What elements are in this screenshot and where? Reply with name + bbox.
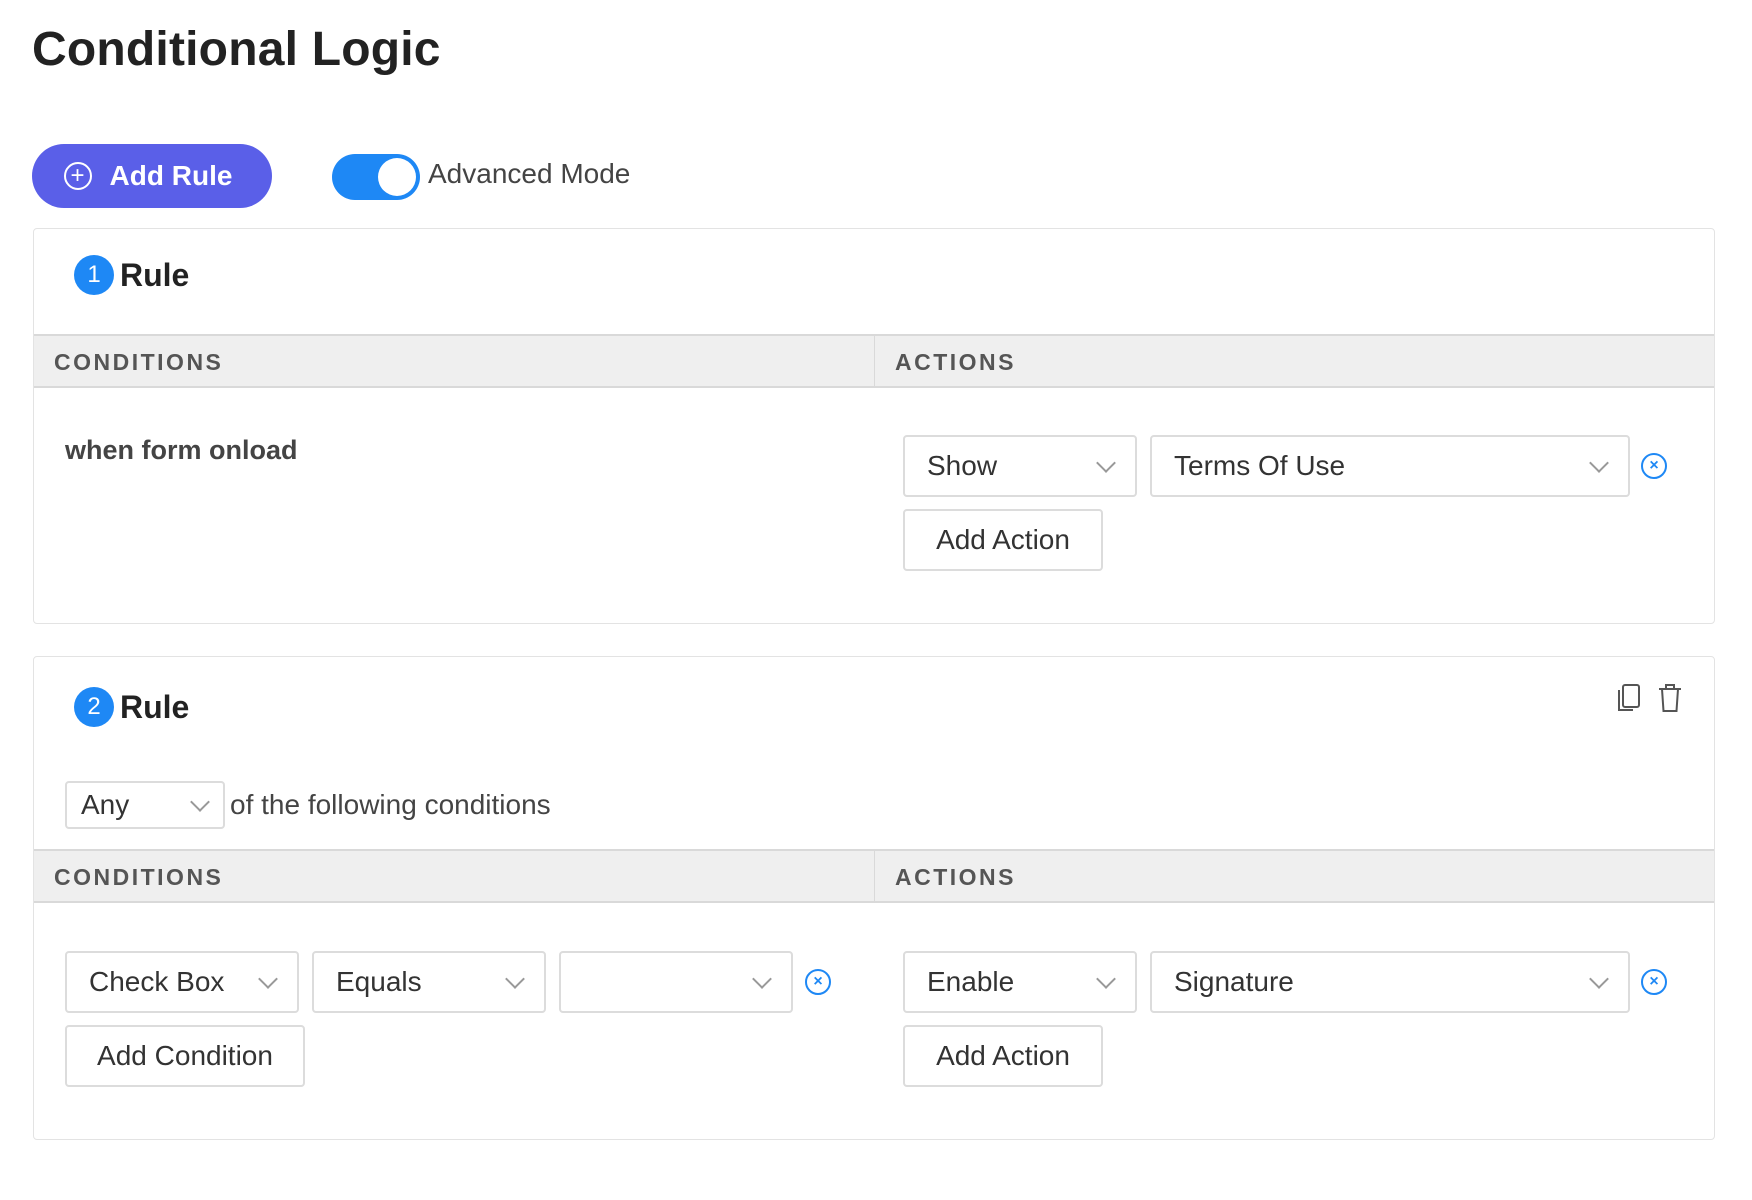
condition-operator-select[interactable]: Equals (312, 951, 546, 1013)
add-rule-button[interactable]: + Add Rule (32, 144, 272, 208)
actions-header: ACTIONS (895, 864, 1016, 890)
rule-card-1: 1 Rule CONDITIONS ACTIONS when form onlo… (33, 228, 1715, 624)
condition-value-select[interactable] (559, 951, 793, 1013)
action-type-value: Enable (927, 966, 1015, 997)
match-mode-select[interactable]: Any (65, 781, 225, 829)
advanced-mode-toggle[interactable] (332, 154, 420, 200)
column-header-row: CONDITIONS ACTIONS (34, 849, 1714, 903)
chevron-down-icon (1589, 453, 1609, 473)
add-condition-button[interactable]: Add Condition (65, 1025, 305, 1087)
column-header-row: CONDITIONS ACTIONS (34, 334, 1714, 388)
chevron-down-icon (190, 792, 210, 812)
chevron-down-icon (752, 969, 772, 989)
conditions-header: CONDITIONS (54, 349, 224, 375)
rule-label: Rule (120, 688, 190, 725)
chevron-down-icon (258, 969, 278, 989)
rule-heading: 1 Rule (74, 255, 189, 295)
remove-action-icon[interactable]: × (1641, 969, 1667, 995)
actions-header: ACTIONS (895, 349, 1016, 375)
conditions-header: CONDITIONS (54, 864, 224, 890)
trash-icon[interactable] (1657, 683, 1683, 713)
page-title: Conditional Logic (32, 23, 441, 76)
action-target-value: Terms Of Use (1174, 450, 1346, 481)
action-target-value: Signature (1174, 966, 1294, 997)
column-divider (874, 336, 875, 386)
action-target-select[interactable]: Signature (1150, 951, 1630, 1013)
rule-number-badge: 2 (74, 687, 114, 727)
action-type-value: Show (927, 450, 998, 481)
condition-field-value: Check Box (89, 966, 225, 997)
advanced-mode-label: Advanced Mode (428, 158, 631, 189)
toggle-knob (378, 158, 416, 196)
add-rule-label: Add Rule (109, 160, 233, 191)
chevron-down-icon (1096, 969, 1116, 989)
column-divider (874, 851, 875, 901)
rule-card-2: 2 Rule Any of the following conditions C… (33, 656, 1715, 1140)
remove-condition-icon[interactable]: × (805, 969, 831, 995)
condition-field-select[interactable]: Check Box (65, 951, 299, 1013)
chevron-down-icon (1589, 969, 1609, 989)
action-target-select[interactable]: Terms Of Use (1150, 435, 1630, 497)
chevron-down-icon (505, 969, 525, 989)
duplicate-icon[interactable] (1616, 683, 1642, 713)
action-type-select[interactable]: Enable (903, 951, 1137, 1013)
rule-heading: 2 Rule (74, 687, 189, 727)
rule-number-badge: 1 (74, 255, 114, 295)
action-type-select[interactable]: Show (903, 435, 1137, 497)
match-mode-value: Any (81, 789, 130, 820)
condition-onload-text: when form onload (65, 435, 298, 465)
match-suffix-text: of the following conditions (230, 789, 551, 820)
rule-label: Rule (120, 256, 190, 293)
plus-circle-icon: + (63, 162, 92, 190)
remove-action-icon[interactable]: × (1641, 453, 1667, 479)
add-action-button[interactable]: Add Action (903, 509, 1103, 571)
add-action-button[interactable]: Add Action (903, 1025, 1103, 1087)
chevron-down-icon (1096, 453, 1116, 473)
condition-operator-value: Equals (336, 966, 422, 997)
